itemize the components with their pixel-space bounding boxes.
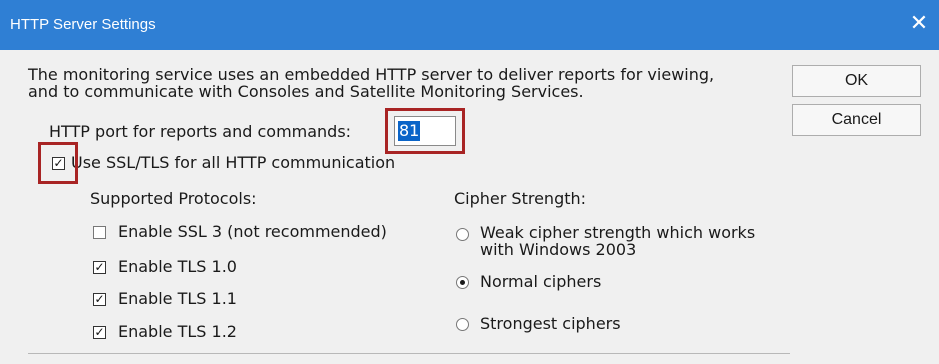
protocols-heading: Supported Protocols: [90,189,257,208]
cipher-heading: Cipher Strength: [454,189,587,208]
weak-cipher-radio[interactable] [456,228,469,241]
port-input[interactable]: 81 [394,116,456,146]
title-bar: HTTP Server Settings ✕ [0,0,939,50]
strongest-cipher-label: Strongest ciphers [480,314,621,333]
ssl-checkbox[interactable]: ✓ [52,157,65,170]
normal-cipher-label: Normal ciphers [480,272,602,291]
strongest-cipher-radio[interactable] [456,318,469,331]
close-icon[interactable]: ✕ [907,12,931,36]
description-text: The monitoring service uses an embedded … [28,65,715,101]
tls10-label: Enable TLS 1.0 [118,257,237,276]
divider [28,353,790,354]
dialog-body: The monitoring service uses an embedded … [0,50,939,364]
window-title: HTTP Server Settings [10,16,156,33]
ssl3-checkbox[interactable] [93,226,106,239]
tls12-label: Enable TLS 1.2 [118,322,237,341]
tls10-checkbox[interactable]: ✓ [93,261,106,274]
port-label: HTTP port for reports and commands: [49,122,352,141]
ssl-label: Use SSL/TLS for all HTTP communication [71,153,396,172]
tls11-label: Enable TLS 1.1 [118,289,237,308]
weak-cipher-label: Weak cipher strength which works with Wi… [480,223,756,259]
normal-cipher-radio[interactable] [456,276,469,289]
ok-button[interactable]: OK [792,65,921,97]
port-value: 81 [398,121,421,141]
tls11-checkbox[interactable]: ✓ [93,293,106,306]
cancel-button[interactable]: Cancel [792,104,921,136]
ssl3-label: Enable SSL 3 (not recommended) [118,222,387,241]
tls12-checkbox[interactable]: ✓ [93,326,106,339]
